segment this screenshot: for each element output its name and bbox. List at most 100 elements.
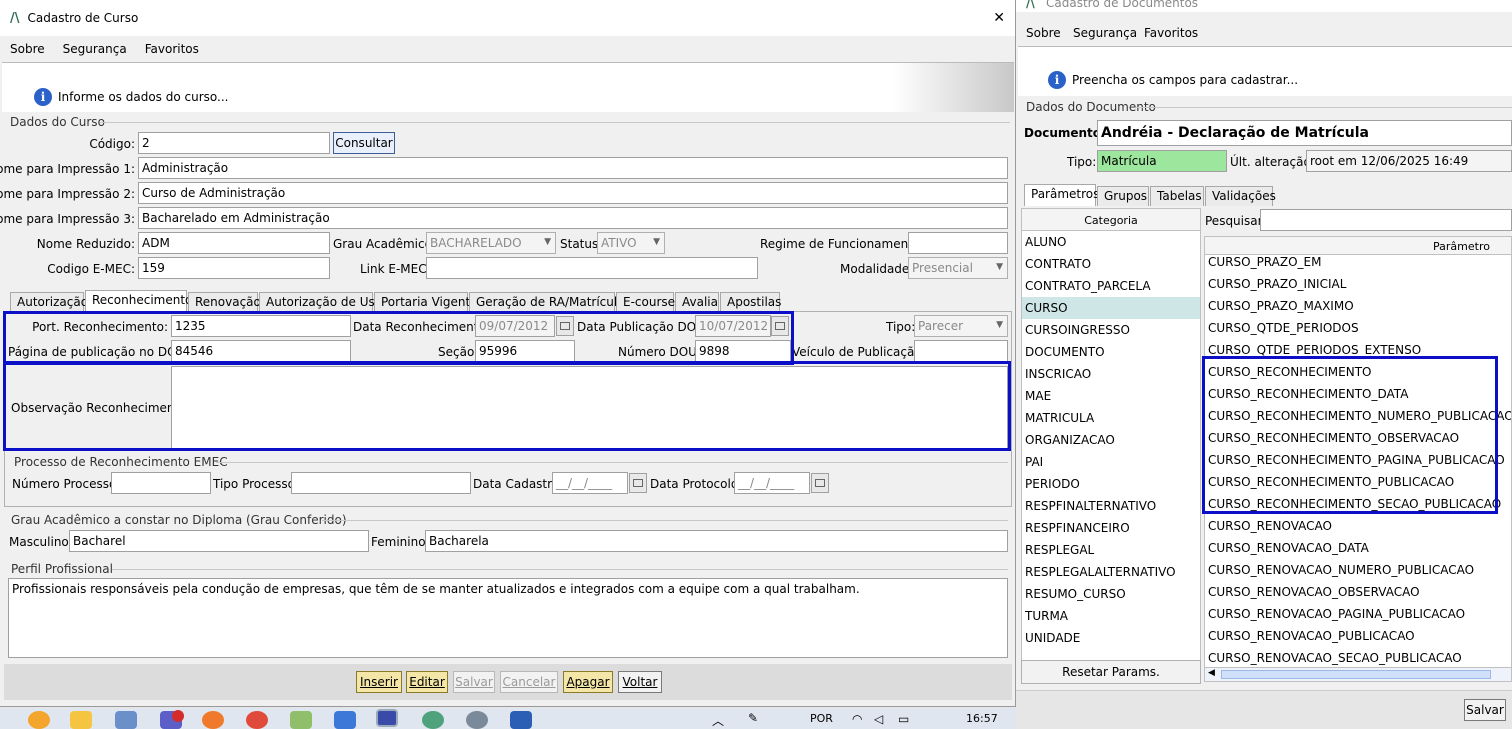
tab-parametros[interactable]: Parâmetros xyxy=(1024,184,1099,206)
wifi-icon[interactable]: ◠ xyxy=(852,712,862,726)
link-emec-field[interactable] xyxy=(426,257,758,279)
app-icon[interactable] xyxy=(334,711,356,729)
chrome-icon[interactable] xyxy=(246,711,268,729)
parametro-item[interactable]: CURSO_PRAZO_EM xyxy=(1205,251,1324,273)
categoria-item[interactable]: PERIODO xyxy=(1022,473,1200,495)
tab-renovacao[interactable]: Renovação xyxy=(188,292,261,312)
tab-validacoes[interactable]: Validações xyxy=(1205,186,1276,206)
salvar-button[interactable]: Salvar xyxy=(453,671,495,693)
close-icon[interactable]: ✕ xyxy=(993,10,1005,26)
cancelar-button[interactable]: Cancelar xyxy=(500,671,558,693)
apagar-button[interactable]: Apagar xyxy=(563,671,613,693)
nome3-field[interactable]: Bacharelado em Administração xyxy=(138,207,1008,229)
tab-geracao-ra[interactable]: Geração de RA/Matrículas xyxy=(469,292,631,312)
parametro-item[interactable]: CURSO_PRAZO_INICIAL xyxy=(1205,273,1349,295)
pesquisar-input[interactable] xyxy=(1260,209,1512,231)
firefox-icon[interactable] xyxy=(202,711,224,729)
perfil-textarea[interactable]: Profissionais responsáveis pela condução… xyxy=(8,578,1008,658)
tab-autorizacao[interactable]: Autorização xyxy=(10,292,88,312)
tab-apostilas[interactable]: Apostilas xyxy=(720,292,781,312)
menu-sobre[interactable]: Sobre xyxy=(1026,26,1061,40)
menu-sobre[interactable]: Sobre xyxy=(10,42,45,56)
feminino-field[interactable]: Bacharela xyxy=(425,530,1008,552)
notepad-icon[interactable] xyxy=(290,711,312,729)
app-icon[interactable] xyxy=(115,711,137,729)
regime-field[interactable] xyxy=(908,232,1008,254)
inserir-button[interactable]: Inserir xyxy=(356,671,402,693)
tab-reconhecimento[interactable]: Reconhecimento xyxy=(85,290,192,312)
app-icon[interactable] xyxy=(422,711,444,729)
categoria-header[interactable]: Categoria xyxy=(1022,209,1200,231)
menu-favoritos[interactable]: Favoritos xyxy=(1144,26,1198,40)
data-protocolo-field[interactable]: __/__/____ xyxy=(734,472,810,494)
tipo-processo-field[interactable] xyxy=(291,472,471,494)
numero-processo-field[interactable] xyxy=(111,472,211,494)
tray-icon[interactable]: ✎ xyxy=(748,711,758,725)
nome-reduzido-field[interactable]: ADM xyxy=(138,232,330,254)
parametro-item[interactable]: CURSO_RENOVACAO_OBSERVACAO xyxy=(1205,581,1423,603)
masculino-field[interactable]: Bacharel xyxy=(69,530,369,552)
codigo-field[interactable]: 2 xyxy=(138,132,330,154)
status-select[interactable]: ATIVO ▼ xyxy=(597,232,665,254)
menu-favoritos[interactable]: Favoritos xyxy=(145,42,199,56)
menu-seguranca[interactable]: Segurança xyxy=(1073,26,1137,40)
settings-icon[interactable] xyxy=(466,711,488,729)
scroll-thumb[interactable] xyxy=(1221,670,1491,679)
categoria-item[interactable]: CURSOINGRESSO xyxy=(1022,319,1200,341)
parametro-item[interactable]: CURSO_QTDE_PERIODOS xyxy=(1205,317,1362,339)
language-indicator[interactable]: POR xyxy=(810,712,833,725)
folder-icon[interactable] xyxy=(70,711,92,729)
categoria-item[interactable]: CURSO xyxy=(1022,297,1200,319)
categoria-item[interactable]: RESPFINALTERNATIVO xyxy=(1022,495,1200,517)
tab-grupos[interactable]: Grupos xyxy=(1097,186,1149,206)
categoria-item[interactable]: UNIDADE xyxy=(1022,627,1200,649)
volume-icon[interactable]: ◁ xyxy=(874,712,883,726)
resetar-params-button[interactable]: Resetar Params. xyxy=(1021,660,1201,684)
categoria-item[interactable]: MATRICULA xyxy=(1022,407,1200,429)
parametro-item[interactable]: CURSO_RENOVACAO_PUBLICACAO xyxy=(1205,625,1418,647)
horizontal-scrollbar[interactable]: ◀ xyxy=(1205,667,1511,681)
editar-button[interactable]: Editar xyxy=(406,671,448,693)
categoria-item[interactable]: CONTRATO xyxy=(1022,253,1200,275)
categoria-item[interactable]: CONTRATO_PARCELA xyxy=(1022,275,1200,297)
categoria-item[interactable]: RESPLEGAL xyxy=(1022,539,1200,561)
categoria-item[interactable]: ALUNO xyxy=(1022,231,1200,253)
voltar-button[interactable]: Voltar xyxy=(618,671,662,693)
data-cadastro-field[interactable]: __/__/____ xyxy=(552,472,628,494)
categoria-item[interactable]: ORGANIZACAO xyxy=(1022,429,1200,451)
clock[interactable]: 16:57 xyxy=(966,712,998,725)
calendar-icon[interactable] xyxy=(629,473,647,493)
tab-portaria-vigente[interactable]: Portaria Vigente xyxy=(374,292,478,312)
word-icon[interactable] xyxy=(510,711,532,729)
tipo-select[interactable]: Parecer ▼ xyxy=(914,315,1008,337)
grau-academico-select[interactable]: BACHARELADO ▼ xyxy=(426,232,556,254)
modalidade-select[interactable]: Presencial ▼ xyxy=(908,257,1008,279)
parametro-item[interactable]: CURSO_PRAZO_MAXIMO xyxy=(1205,295,1357,317)
parametro-item[interactable]: CURSO_RENOVACAO xyxy=(1205,515,1335,537)
consultar-button[interactable]: Consultar xyxy=(333,132,395,154)
parametro-item[interactable]: CURSO_RENOVACAO_SECAO_PUBLICACAO xyxy=(1205,647,1465,669)
battery-icon[interactable]: ▭ xyxy=(898,712,909,726)
categoria-item[interactable]: RESUMO_CURSO xyxy=(1022,583,1200,605)
parametro-item[interactable]: CURSO_RENOVACAO_PAGINA_PUBLICACAO xyxy=(1205,603,1468,625)
categoria-item[interactable]: DOCUMENTO xyxy=(1022,341,1200,363)
parametro-item[interactable]: CURSO_RENOVACAO_NUMERO_PUBLICACAO xyxy=(1205,559,1477,581)
chevron-up-icon[interactable]: ︿ xyxy=(712,712,724,729)
categoria-item[interactable]: MAE xyxy=(1022,385,1200,407)
tab-avalia[interactable]: Avalia xyxy=(675,292,719,312)
tipo-field[interactable]: Matrícula xyxy=(1097,150,1227,172)
categoria-item[interactable]: PAI xyxy=(1022,451,1200,473)
categoria-item[interactable]: RESPLEGALALTERNATIVO xyxy=(1022,561,1200,583)
veiculo-field[interactable] xyxy=(914,340,1008,362)
tab-tabelas[interactable]: Tabelas xyxy=(1150,186,1204,206)
salvar-button[interactable]: Salvar xyxy=(1464,699,1506,721)
documento-field[interactable]: Andréia - Declaração de Matrícula xyxy=(1097,120,1512,146)
emec-field[interactable]: 159 xyxy=(138,257,330,279)
nome2-field[interactable]: Curso de Administração xyxy=(138,182,1008,204)
tab-ecourse[interactable]: E-course xyxy=(616,292,675,312)
parametro-item[interactable]: CURSO_RENOVACAO_DATA xyxy=(1205,537,1372,559)
scroll-left-icon[interactable]: ◀ xyxy=(1208,668,1215,678)
delphi-icon[interactable] xyxy=(376,709,398,727)
categoria-item[interactable]: INSCRICAO xyxy=(1022,363,1200,385)
nome1-field[interactable]: Administração xyxy=(138,157,1008,179)
